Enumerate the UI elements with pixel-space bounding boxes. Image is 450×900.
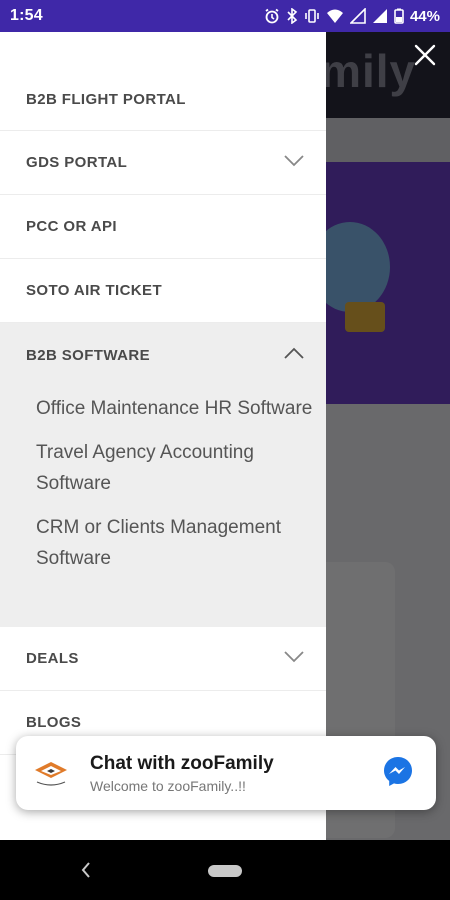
close-drawer-button[interactable] — [406, 38, 444, 76]
wifi-icon — [326, 8, 344, 24]
messenger-icon[interactable] — [382, 755, 414, 792]
signal-icon-2 — [372, 8, 388, 24]
back-icon[interactable] — [80, 860, 92, 885]
menu-item-gds-portal[interactable]: GDS PORTAL — [0, 131, 326, 195]
menu-item-label: BLOGS — [26, 714, 82, 731]
vibrate-icon — [304, 8, 320, 24]
submenu-item-travel-agency-accounting[interactable]: Travel Agency Accounting Software — [36, 437, 326, 499]
chat-title: Chat with zooFamily — [90, 752, 274, 774]
home-pill[interactable] — [208, 865, 242, 877]
chevron-up-icon[interactable] — [284, 346, 304, 364]
menu-item-b2b-software[interactable]: B2B SOFTWARE — [0, 323, 326, 387]
signal-icon — [349, 8, 366, 24]
menu-item-label: B2B SOFTWARE — [26, 346, 150, 364]
chat-subtitle: Welcome to zooFamily..!! — [90, 777, 246, 794]
menu-item-label: B2B FLIGHT PORTAL — [26, 91, 186, 108]
system-nav-bar — [0, 840, 450, 900]
zoofamily-logo-avatar — [28, 750, 74, 796]
menu-item-label: DEALS — [26, 650, 79, 667]
menu-item-label: PCC OR API — [26, 218, 117, 235]
navigation-drawer: B2B FLIGHT PORTAL GDS PORTAL PCC OR API … — [0, 32, 326, 840]
status-icons: 44% — [264, 8, 440, 25]
menu-item-soto-air-ticket[interactable]: SOTO AIR TICKET — [0, 259, 326, 323]
menu-item-pcc-or-api[interactable]: PCC OR API — [0, 195, 326, 259]
menu-section-b2b-software: B2B SOFTWARE Office Maintenance HR Softw… — [0, 323, 326, 627]
chat-text: Chat with zooFamily Welcome to zooFamily… — [90, 753, 274, 794]
chat-widget[interactable]: Chat with zooFamily Welcome to zooFamily… — [16, 736, 436, 810]
bluetooth-icon — [286, 8, 298, 24]
menu-item-b2b-flight-portal[interactable]: B2B FLIGHT PORTAL — [0, 32, 326, 131]
battery-icon — [394, 8, 404, 24]
submenu-item-office-maintenance-hr[interactable]: Office Maintenance HR Software — [36, 393, 326, 424]
menu-item-label: GDS PORTAL — [26, 154, 128, 171]
battery-percent: 44% — [409, 7, 440, 25]
b2b-software-submenu: Office Maintenance HR Software Travel Ag… — [0, 387, 326, 627]
chevron-down-icon[interactable] — [284, 154, 304, 172]
chevron-down-icon[interactable] — [284, 650, 304, 668]
close-icon — [413, 43, 437, 72]
status-time: 1:54 — [10, 7, 43, 24]
alarm-icon — [264, 8, 280, 24]
status-bar: 1:54 44% — [0, 0, 450, 32]
submenu-item-crm-clients-management[interactable]: CRM or Clients Management Software — [36, 512, 326, 574]
menu-item-label: SOTO AIR TICKET — [26, 282, 163, 299]
menu-item-deals[interactable]: DEALS — [0, 627, 326, 691]
